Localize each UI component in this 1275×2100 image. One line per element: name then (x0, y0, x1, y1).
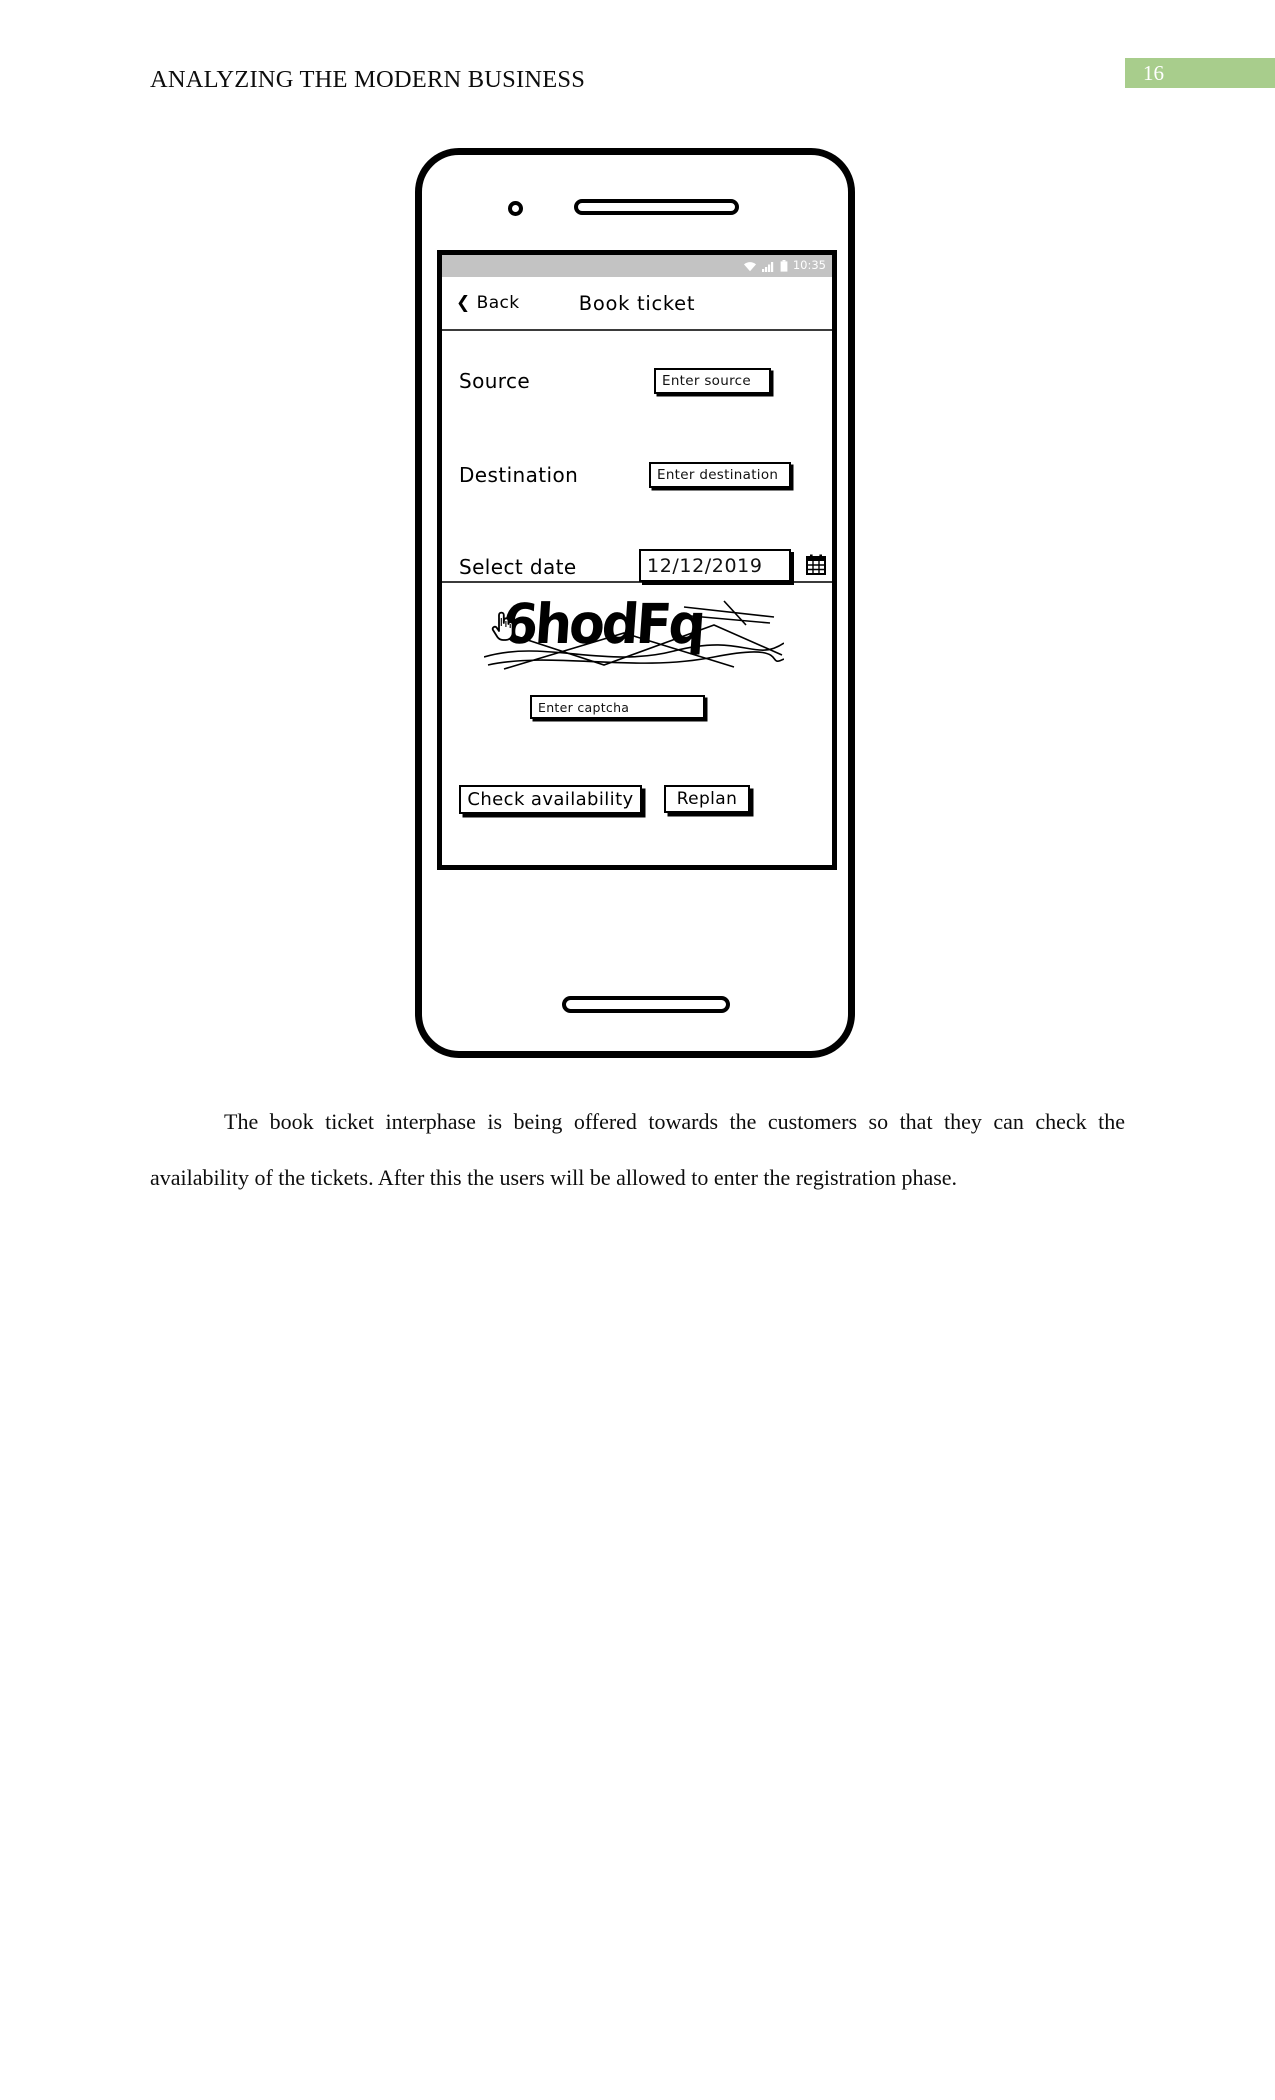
body-paragraph: The book ticket interphase is being offe… (150, 1094, 1125, 1206)
front-camera-icon (508, 201, 523, 216)
action-buttons-row: Check availability Replan (442, 763, 832, 853)
status-bar-clock: 10:35 (792, 258, 826, 273)
select-date-label: Select date (459, 555, 577, 579)
captcha-section: 6hodFq Enter captcha (442, 583, 832, 763)
page-header: ANALYZING THE MODERN BUSINESS 16 (0, 0, 1275, 110)
battery-icon (780, 260, 788, 272)
check-availability-button-label: Check availability (467, 789, 634, 810)
check-availability-button[interactable]: Check availability (459, 785, 642, 814)
source-input-placeholder: Enter source (662, 373, 751, 389)
replan-button-label: Replan (676, 789, 738, 809)
wifi-icon (743, 261, 756, 271)
source-input[interactable]: Enter source (654, 368, 771, 394)
phone-body: 10:35 ❮ Back Book ticket Source Enter so… (415, 148, 855, 1058)
home-button-bar (562, 996, 730, 1013)
captcha-input-placeholder: Enter captcha (538, 699, 630, 715)
hand-pointer-icon (491, 611, 514, 641)
body-paragraph-text: The book ticket interphase is being offe… (150, 1109, 1125, 1190)
phone-mockup-figure: 10:35 ❮ Back Book ticket Source Enter so… (415, 148, 855, 1058)
source-label: Source (459, 369, 531, 393)
captcha-input[interactable]: Enter captcha (530, 695, 705, 719)
status-bar: 10:35 (442, 255, 832, 277)
replan-button[interactable]: Replan (664, 785, 750, 813)
page-title: ANALYZING THE MODERN BUSINESS (150, 66, 586, 93)
form-row-source: Source Enter source (442, 353, 832, 409)
destination-input[interactable]: Enter destination (649, 462, 791, 488)
calendar-icon[interactable] (804, 553, 828, 577)
destination-input-placeholder: Enter destination (657, 467, 779, 483)
page-number-text: 16 (1143, 61, 1164, 85)
captcha-challenge-image[interactable]: 6hodFq (484, 599, 784, 673)
captcha-noise-lines (484, 600, 784, 670)
date-input[interactable]: 12/12/2019 (639, 549, 791, 582)
phone-screen: 10:35 ❮ Back Book ticket Source Enter so… (437, 250, 837, 870)
date-input-value: 12/12/2019 (647, 554, 763, 577)
booking-form: Source Enter source Destination Enter de… (442, 331, 832, 583)
earpiece-speaker-icon (574, 199, 739, 215)
page-number-badge: 16 (1125, 58, 1275, 88)
signal-icon (761, 261, 774, 272)
form-row-destination: Destination Enter destination (442, 447, 832, 503)
destination-label: Destination (459, 463, 579, 487)
screen-title: Book ticket (578, 291, 696, 315)
app-nav-bar: ❮ Back Book ticket (442, 277, 832, 331)
